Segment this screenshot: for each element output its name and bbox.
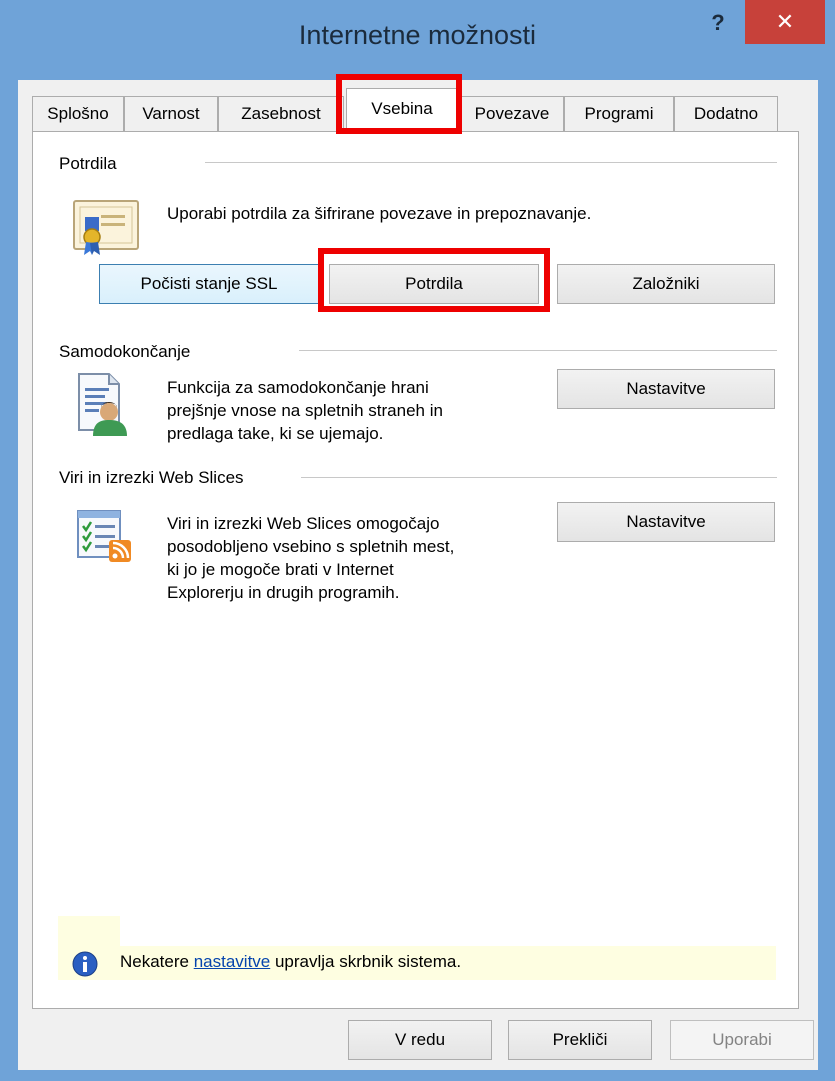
feeds-group-label: Viri in izrezki Web Slices (59, 468, 244, 487)
autocomplete-group-label: Samodokončanje (59, 342, 191, 361)
autocomplete-description-line: predlaga take, ki se ujemajo. (167, 424, 384, 443)
settings-link[interactable]: nastavitve (194, 952, 271, 971)
certificates-group-label: Potrdila (59, 154, 117, 173)
cancel-button[interactable]: Prekliči (508, 1020, 652, 1060)
autocomplete-group-divider (299, 350, 777, 351)
certificates-group-divider (205, 162, 777, 163)
certificates-description: Uporabi potrdila za šifrirane povezave i… (167, 204, 592, 223)
info-icon (72, 951, 98, 977)
tab-content[interactable]: Vsebina (346, 88, 458, 133)
tab-advanced[interactable]: Dodatno (674, 96, 778, 132)
feeds-description-line: Viri in izrezki Web Slices omogočajo (167, 514, 440, 533)
dialog-client-area: Splošno Varnost Zasebnost Vsebina Poveza… (18, 80, 818, 1070)
autocomplete-settings-button[interactable]: Nastavitve (557, 369, 775, 409)
feeds-description: Viri in izrezki Web Slices omogočajo pos… (167, 512, 454, 604)
publishers-button[interactable]: Založniki (557, 264, 775, 304)
tab-general[interactable]: Splošno (32, 96, 124, 132)
tab-connections[interactable]: Povezave (460, 96, 564, 132)
feeds-group-divider (301, 477, 777, 478)
tab-programs[interactable]: Programi (564, 96, 674, 132)
feeds-description-line: ki jo je mogoče brati v Internet (167, 560, 394, 579)
tab-security[interactable]: Varnost (124, 96, 218, 132)
feeds-icon (77, 510, 131, 562)
certificates-button[interactable]: Potrdila (329, 264, 539, 304)
info-text-before: Nekatere (120, 952, 194, 971)
autocomplete-description-line: Funkcija za samodokončanje hrani (167, 378, 429, 397)
autocomplete-description-line: prejšnje vnose na spletnih straneh in (167, 401, 443, 420)
content-tab-panel: Potrdila Uporabi potrdila za šifrirane p… (32, 131, 799, 1009)
certificate-icon (73, 200, 139, 255)
help-button[interactable]: ? (700, 8, 736, 42)
info-bar-accent (58, 916, 120, 946)
tab-privacy[interactable]: Zasebnost (218, 96, 344, 132)
autocomplete-icon (78, 373, 127, 436)
clear-ssl-state-button[interactable]: Počisti stanje SSL (99, 264, 319, 304)
autocomplete-description: Funkcija za samodokončanje hrani prejšnj… (167, 376, 443, 445)
info-text-after: upravlja skrbnik sistema. (270, 952, 462, 971)
apply-button: Uporabi (670, 1020, 814, 1060)
tab-strip: Splošno Varnost Zasebnost Vsebina Poveza… (32, 88, 812, 133)
feeds-description-line: posodobljeno vsebino s spletnih mest, (167, 537, 455, 556)
feeds-settings-button[interactable]: Nastavitve (557, 502, 775, 542)
info-message: Nekatere nastavitve upravlja skrbnik sis… (120, 952, 461, 972)
close-button[interactable]: ✕ (745, 0, 825, 44)
title-bar[interactable]: Internetne možnosti ? ✕ (0, 0, 835, 80)
feeds-description-line: Explorerju in drugih programih. (167, 583, 400, 602)
internet-options-dialog: Internetne možnosti ? ✕ Splošno Varnost … (0, 0, 835, 1081)
ok-button[interactable]: V redu (348, 1020, 492, 1060)
